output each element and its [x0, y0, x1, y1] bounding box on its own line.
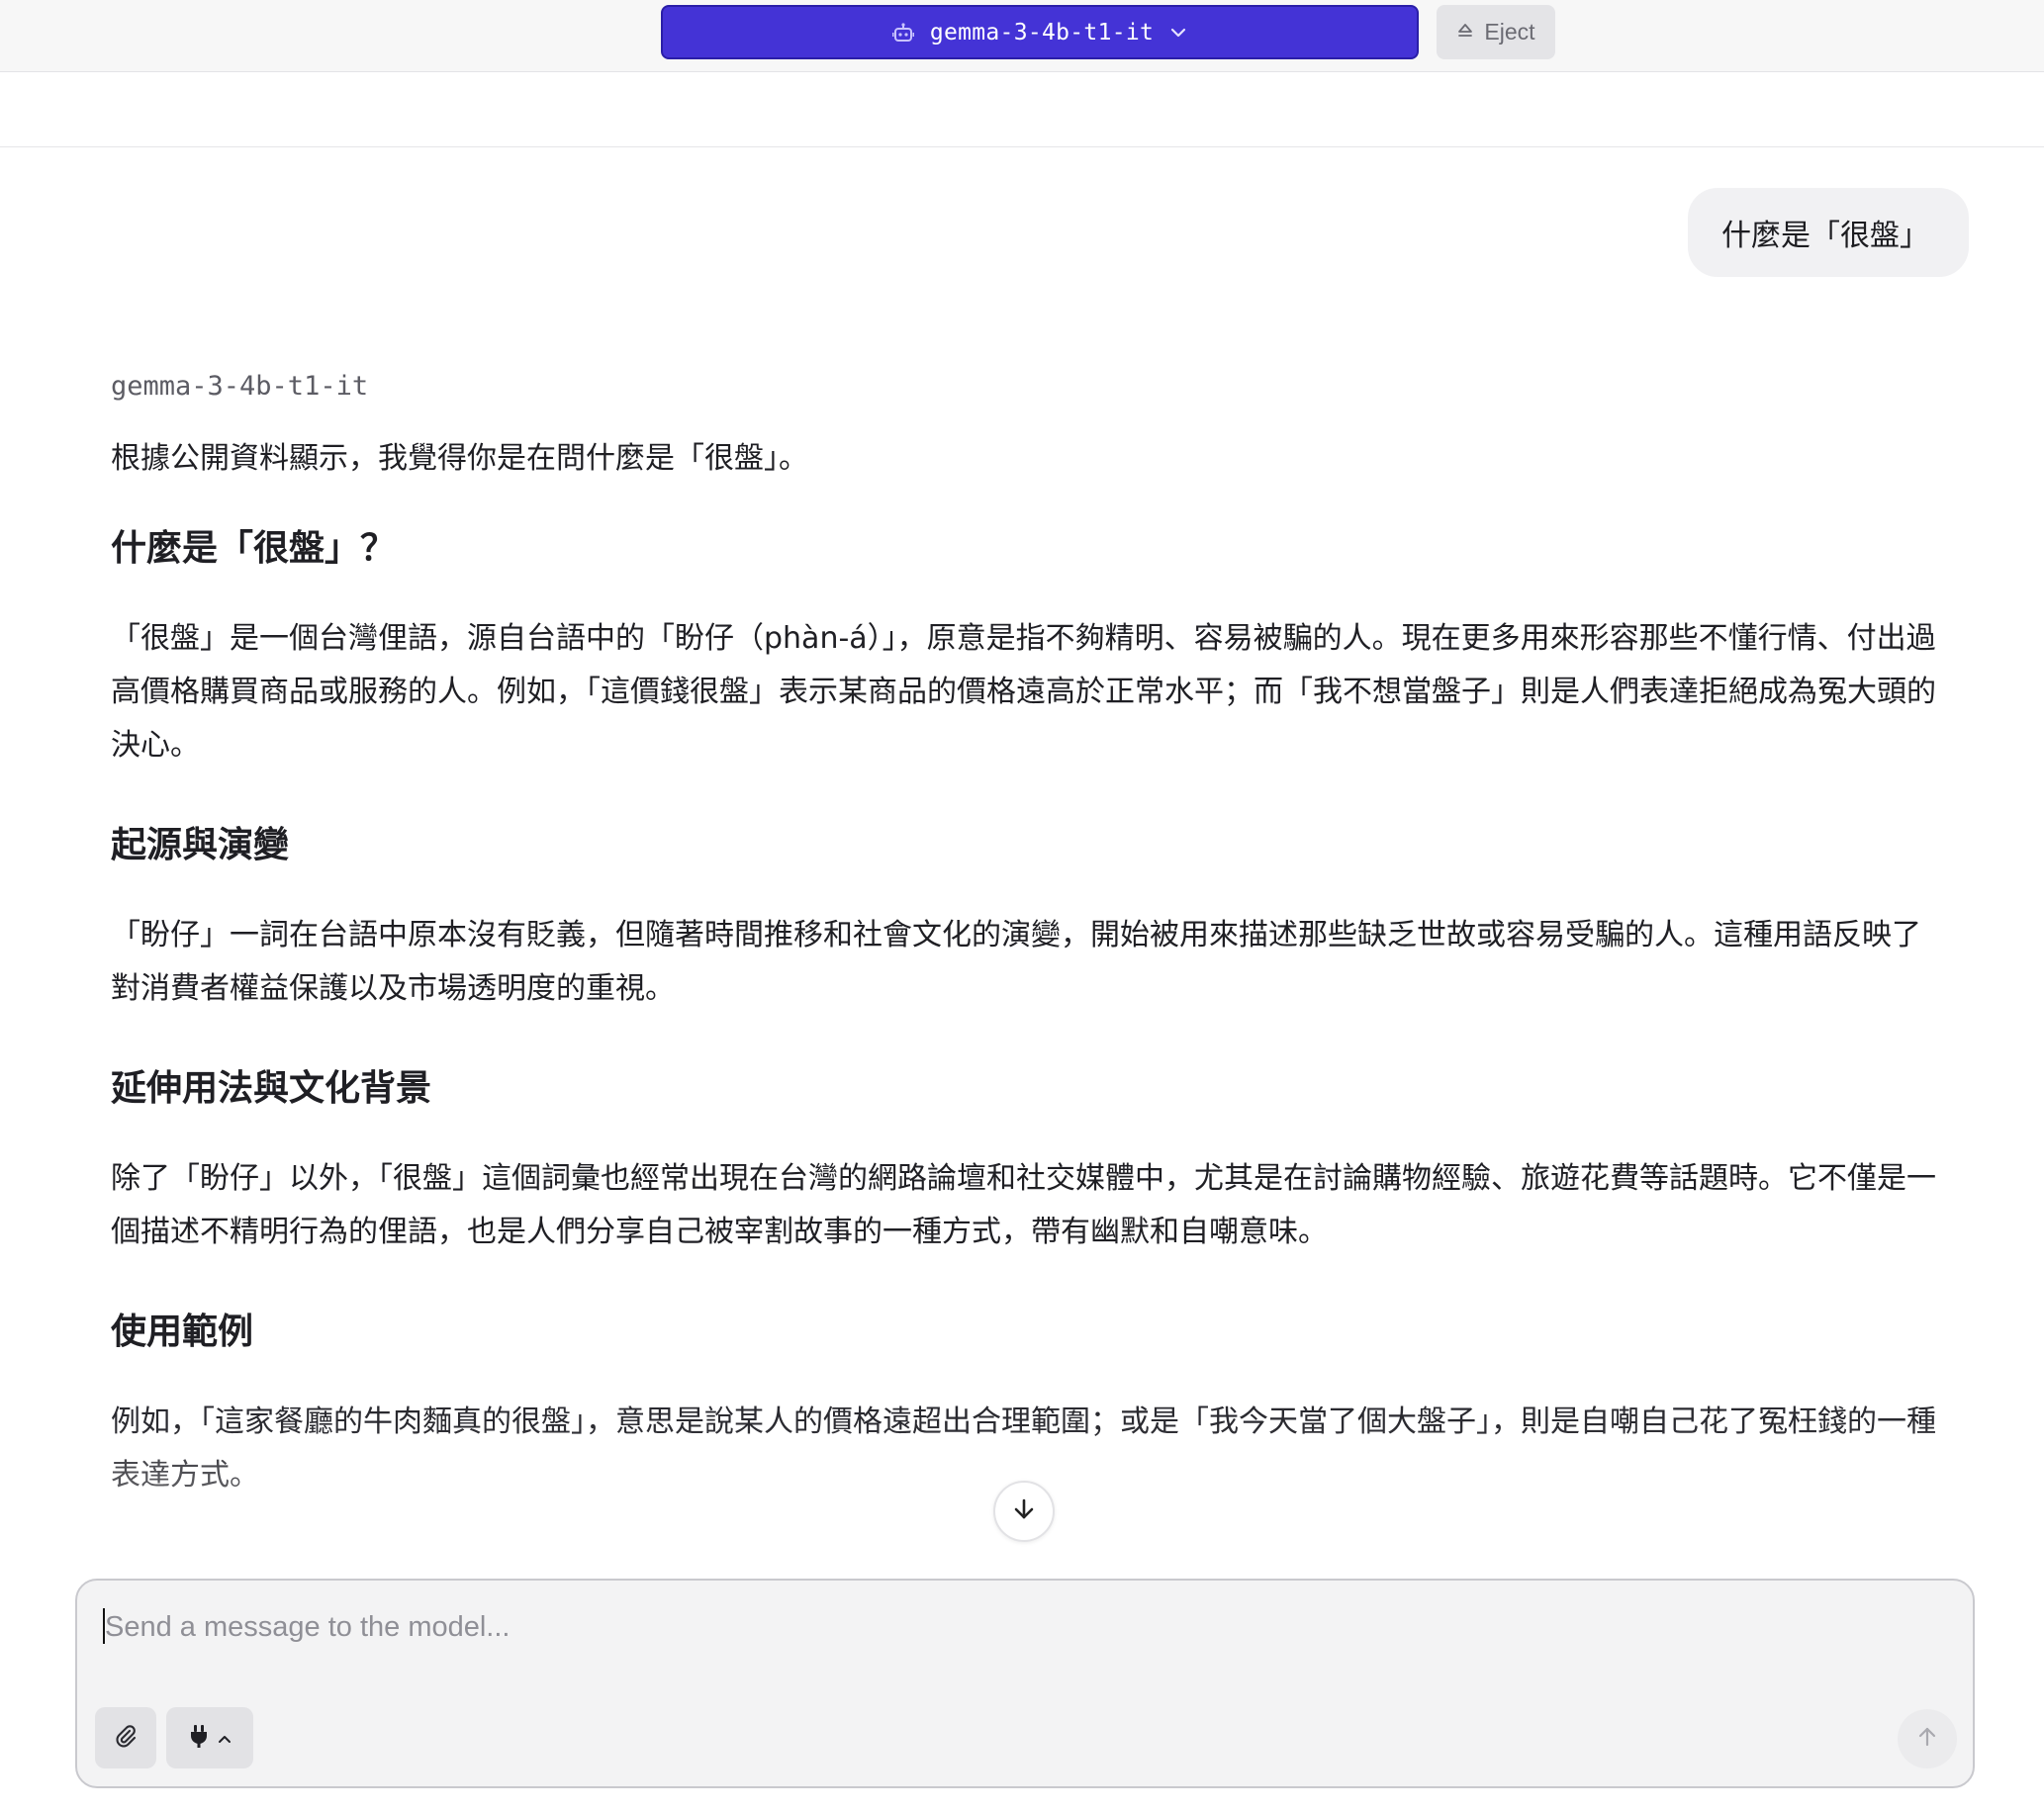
send-button[interactable] [1898, 1709, 1957, 1768]
plugins-button[interactable] [166, 1707, 253, 1768]
plug-icon [188, 1723, 210, 1753]
message-composer [75, 1579, 1975, 1788]
response-section: 使用範例 例如，「這家餐廳的牛肉麵真的很盤」，意思是說某人的價格遠超出合理範圍；… [111, 1303, 1941, 1502]
section-paragraph: 「很盤」是一個台灣俚語，源自台語中的「盼仔（phàn-á）」，原意是指不夠精明、… [111, 621, 1936, 763]
section-heading: 什麼是「很盤」？ [111, 528, 397, 569]
assistant-intro: 根據公開資料顯示，我覺得你是在問什麼是「很盤」。 [111, 441, 808, 476]
user-message-text: 什麼是「很盤」 [1721, 219, 1929, 253]
arrow-down-icon [1010, 1495, 1038, 1527]
model-selector-button[interactable]: gemma-3-4b-t1-it [661, 5, 1419, 59]
section-heading: 使用範例 [111, 1312, 254, 1352]
user-message-bubble: 什麼是「很盤」 [1688, 188, 1969, 277]
attach-file-button[interactable] [95, 1707, 156, 1768]
assistant-model-label: gemma-3-4b-t1-it [111, 371, 369, 402]
assistant-message: gemma-3-4b-t1-it 根據公開資料顯示，我覺得你是在問什麼是「很盤」… [111, 361, 1941, 1546]
chevron-down-icon [1169, 27, 1187, 39]
section-paragraph: 「盼仔」一詞在台語中原本沒有貶義，但隨著時間推移和社會文化的演變，開始被用來描述… [111, 918, 1921, 1006]
model-name: gemma-3-4b-t1-it [929, 19, 1155, 45]
chat-toolbar [0, 72, 2044, 147]
scroll-to-bottom-button[interactable] [993, 1481, 1055, 1542]
eject-button[interactable]: Eject [1437, 5, 1555, 59]
paperclip-icon [113, 1723, 139, 1753]
section-heading: 延伸用法與文化背景 [111, 1068, 432, 1109]
robot-icon [891, 22, 914, 43]
chevron-up-icon [218, 1729, 232, 1748]
section-heading: 起源與演變 [111, 825, 290, 865]
text-caret [103, 1608, 105, 1644]
arrow-up-icon [1915, 1725, 1939, 1753]
message-input[interactable] [101, 1602, 1945, 1652]
eject-icon [1456, 19, 1474, 45]
top-bar: gemma-3-4b-t1-it Eject [0, 0, 2044, 72]
response-section: 起源與演變 「盼仔」一詞在台語中原本沒有貶義，但隨著時間推移和社會文化的演變，開… [111, 816, 1941, 1016]
response-section: 延伸用法與文化背景 除了「盼仔」以外，「很盤」這個詞彙也經常出現在台灣的網路論壇… [111, 1059, 1941, 1259]
response-section: 什麼是「很盤」？ 「很盤」是一個台灣俚語，源自台語中的「盼仔（phàn-á）」，… [111, 519, 1941, 772]
eject-label: Eject [1484, 19, 1535, 45]
section-paragraph: 除了「盼仔」以外，「很盤」這個詞彙也經常出現在台灣的網路論壇和社交媒體中，尤其是… [111, 1161, 1936, 1249]
